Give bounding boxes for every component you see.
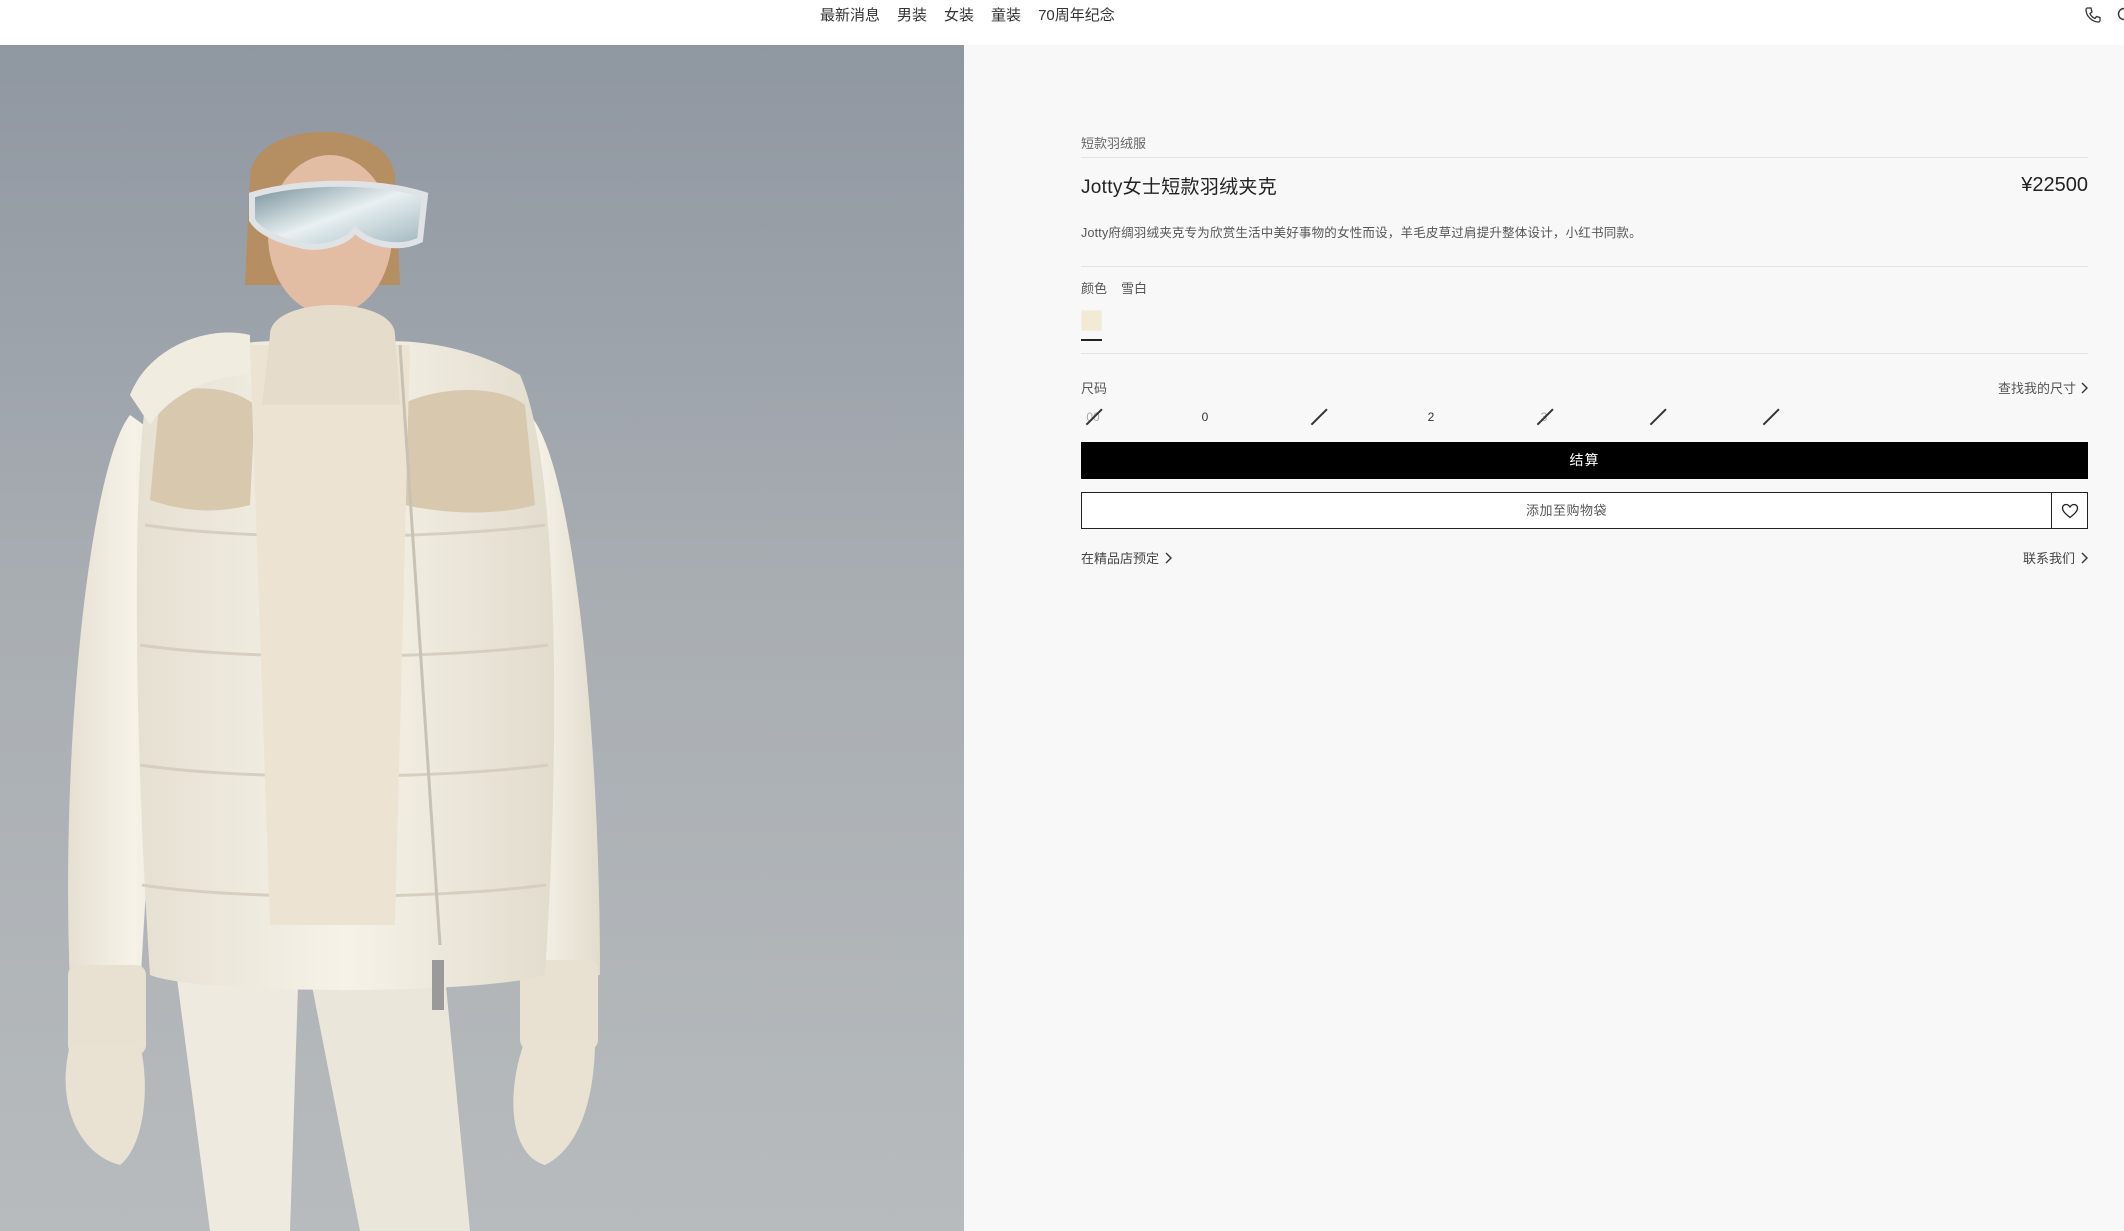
product-price: ¥22500 xyxy=(2021,174,2088,196)
size-label: 尺码 xyxy=(1081,381,1108,396)
size-option[interactable]: 1 xyxy=(1306,405,1330,429)
divider xyxy=(1081,157,2088,158)
contact-us-label: 联系我们 xyxy=(2022,551,2075,566)
size-guide-label: 查找我的尺寸 xyxy=(1997,381,2076,396)
product-title-row: Jotty女士短款羽绒夹克 ¥22500 xyxy=(1081,172,2088,199)
color-label: 颜色 xyxy=(1081,281,1108,296)
color-swatch-snow-white[interactable] xyxy=(1081,310,1102,331)
size-option[interactable]: 4 xyxy=(1645,405,1669,429)
add-to-bag-button[interactable]: 添加至购物袋 xyxy=(1082,493,2051,528)
size-options: 00 0 1 2 3 4 5 xyxy=(1081,405,1781,429)
nav-link-70th-anniversary[interactable]: 70周年纪念 xyxy=(1038,4,1115,25)
size-option[interactable]: 3 xyxy=(1532,405,1556,429)
swatch-selected-indicator xyxy=(1081,339,1102,341)
size-guide-link[interactable]: 查找我的尺寸 xyxy=(1998,378,2088,397)
product-details-panel: 短款羽绒服 Jotty女士短款羽绒夹克 ¥22500 Jotty府绸羽绒夹克专为… xyxy=(964,45,2124,1231)
heart-icon xyxy=(2061,503,2078,518)
nav-link-men[interactable]: 男装 xyxy=(897,4,927,25)
product-image xyxy=(0,45,964,1231)
reserve-in-boutique-label: 在精品店预定 xyxy=(1081,551,1160,566)
size-row: 尺码 查找我的尺寸 xyxy=(1081,378,2088,397)
color-row: 颜色 雪白 xyxy=(1081,278,2088,297)
top-navigation: 最新消息 男装 女装 童装 70周年纪念 xyxy=(0,0,2124,45)
product-title: Jotty女士短款羽绒夹克 xyxy=(1081,177,1278,198)
nav-link-kids[interactable]: 童装 xyxy=(991,4,1021,25)
wishlist-button[interactable] xyxy=(2051,493,2087,528)
product-description: Jotty府绸羽绒夹克专为欣赏生活中美好事物的女性而设，羊毛皮草过肩提升整体设计… xyxy=(1081,226,1642,240)
chevron-right-icon xyxy=(2081,552,2088,563)
product-category[interactable]: 短款羽绒服 xyxy=(1081,133,2088,152)
size-option[interactable]: 00 xyxy=(1081,405,1105,429)
phone-icon[interactable] xyxy=(2084,6,2102,24)
divider xyxy=(1081,353,2088,354)
divider xyxy=(1081,266,2088,267)
contact-us-link[interactable]: 联系我们 xyxy=(2023,548,2088,567)
nav-link-news[interactable]: 最新消息 xyxy=(820,4,880,25)
size-option[interactable]: 5 xyxy=(1758,405,1782,429)
color-value: 雪白 xyxy=(1121,281,1148,296)
size-option[interactable]: 0 xyxy=(1193,405,1217,429)
nav-link-women[interactable]: 女装 xyxy=(944,4,974,25)
checkout-button[interactable]: 结算 xyxy=(1081,442,2088,479)
model-wearing-jacket-illustration xyxy=(65,131,600,1231)
chevron-right-icon xyxy=(1165,552,1173,563)
main-nav: 最新消息 男装 女装 童装 70周年纪念 xyxy=(820,4,1115,25)
footer-links-row: 在精品店预定 联系我们 xyxy=(1081,548,2088,567)
reserve-in-boutique-link[interactable]: 在精品店预定 xyxy=(1081,548,1173,567)
add-to-bag-button-group: 添加至购物袋 xyxy=(1081,492,2088,529)
size-option[interactable]: 2 xyxy=(1419,405,1443,429)
search-icon[interactable] xyxy=(2116,6,2124,24)
nav-icons xyxy=(2084,6,2124,24)
chevron-right-icon xyxy=(2081,382,2088,393)
